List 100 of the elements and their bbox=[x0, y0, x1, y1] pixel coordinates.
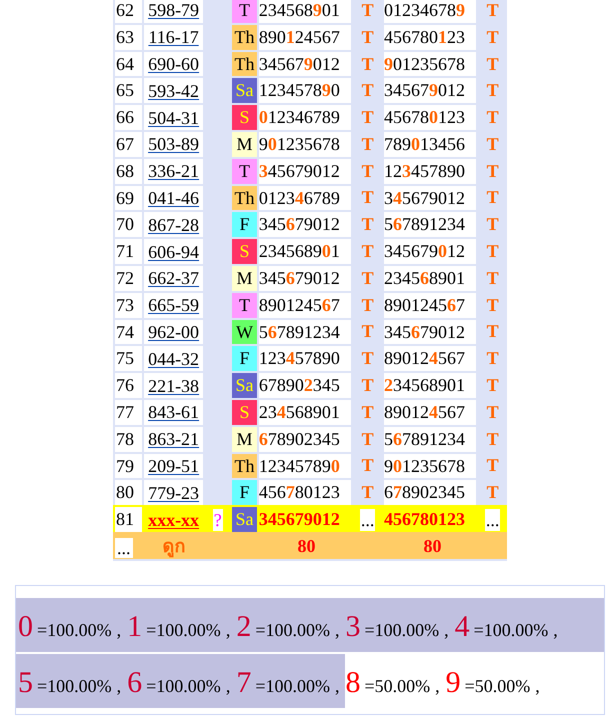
row-number: 81 bbox=[115, 507, 142, 532]
number-set: 345679012 bbox=[258, 52, 352, 76]
day-badge: Sa bbox=[232, 507, 257, 532]
day-badge: T bbox=[232, 0, 257, 23]
result-mark: T bbox=[486, 186, 499, 210]
stat-item: 8=50.00% , bbox=[345, 664, 441, 701]
result-mark: T bbox=[486, 294, 499, 317]
result-mark: T bbox=[362, 106, 374, 130]
result-mark: T bbox=[486, 132, 499, 156]
day-badge: F bbox=[232, 480, 257, 506]
day-badge: Th bbox=[232, 454, 257, 478]
day-badge: Th bbox=[232, 24, 257, 50]
row-number: 66 bbox=[115, 105, 142, 130]
row-number: 73 bbox=[115, 292, 142, 318]
day-badge: F bbox=[232, 346, 257, 372]
result-mark: T bbox=[486, 428, 499, 451]
day-badge: F bbox=[232, 212, 257, 238]
number-set: 890124567 bbox=[258, 292, 352, 318]
day-badge: T bbox=[232, 158, 257, 184]
ellipsis-mark: ... bbox=[115, 538, 132, 558]
result-mark: T bbox=[362, 294, 374, 317]
result-mark: T bbox=[486, 0, 499, 22]
row-number: 76 bbox=[115, 373, 142, 398]
day-badge: S bbox=[232, 105, 257, 130]
stat-item: 9=50.00% , bbox=[446, 664, 541, 701]
day-badge: Th bbox=[232, 52, 257, 76]
row-number: 79 bbox=[115, 454, 142, 478]
day-badge: S bbox=[232, 400, 257, 425]
number-set: 234568901 bbox=[258, 0, 352, 23]
ellipsis-mark: ... bbox=[484, 508, 500, 531]
number-set: 123457890 bbox=[258, 78, 352, 104]
total-count: 80 bbox=[422, 534, 442, 558]
result-mark: T bbox=[362, 213, 374, 236]
number-set: 678902345 bbox=[384, 480, 476, 506]
row-number: 63 bbox=[115, 24, 142, 50]
result-mark: T bbox=[362, 52, 374, 76]
row-number: 71 bbox=[115, 239, 142, 264]
result-mark: T bbox=[486, 347, 499, 370]
day-badge: T bbox=[232, 292, 257, 318]
number-set: 678902345 bbox=[258, 373, 352, 398]
number-set: 901235678 bbox=[258, 132, 352, 157]
result-mark: T bbox=[486, 52, 499, 76]
number-set: 789013456 bbox=[384, 132, 476, 157]
day-badge: M bbox=[232, 426, 257, 452]
number-set: 901235678 bbox=[384, 454, 476, 478]
day-badge: W bbox=[232, 320, 257, 344]
result-mark: T bbox=[486, 454, 499, 478]
number-set: 345679012 bbox=[258, 212, 352, 238]
number-set: 345679012 bbox=[258, 158, 352, 184]
number-set: 345679012 bbox=[384, 78, 476, 104]
result-mark: T bbox=[486, 106, 499, 130]
day-badge: Sa bbox=[232, 78, 257, 104]
stat-item: 4=100.00% , bbox=[454, 598, 604, 652]
number-set: 345679012 bbox=[384, 239, 476, 264]
row-number: 80 bbox=[115, 480, 142, 506]
number-set: 678902345 bbox=[258, 426, 352, 452]
stat-item: 0=100.00% , bbox=[16, 598, 128, 652]
stat-item: 1=100.00% , bbox=[127, 598, 236, 652]
result-mark: T bbox=[362, 347, 374, 370]
total-count: 80 bbox=[296, 534, 316, 558]
result-mark: T bbox=[362, 240, 374, 264]
number-set: 890124567 bbox=[258, 24, 352, 50]
code-link[interactable]: xxx-xx bbox=[148, 508, 200, 531]
stat-item: 5=100.00% , bbox=[16, 654, 128, 708]
result-mark: T bbox=[486, 374, 499, 398]
number-set: 567891234 bbox=[384, 426, 476, 452]
row-number: 62 bbox=[115, 0, 142, 23]
number-set: 345679012 bbox=[384, 320, 476, 344]
day-badge: S bbox=[232, 239, 257, 264]
number-set: 012346789 bbox=[258, 105, 352, 130]
row-number: 74 bbox=[115, 320, 142, 344]
result-mark: T bbox=[362, 79, 374, 102]
result-mark: T bbox=[362, 374, 374, 398]
number-set: 456780123 bbox=[384, 508, 466, 532]
row-number: 64 bbox=[115, 52, 142, 76]
row-number: 65 bbox=[115, 78, 142, 104]
question-mark: ? bbox=[212, 508, 223, 531]
result-mark: T bbox=[486, 26, 499, 49]
result-mark: T bbox=[362, 428, 374, 451]
number-set: 901235678 bbox=[384, 52, 476, 76]
result-mark: T bbox=[362, 132, 374, 156]
number-set: 456780123 bbox=[384, 105, 476, 130]
number-set: 890124567 bbox=[384, 400, 476, 425]
result-mark: T bbox=[362, 481, 374, 504]
stat-item: 2=100.00% , bbox=[236, 598, 346, 652]
number-set: 345679012 bbox=[258, 508, 341, 532]
result-mark: T bbox=[486, 320, 499, 344]
row-number: 75 bbox=[115, 346, 142, 372]
number-set: 234568901 bbox=[258, 239, 352, 264]
number-set: 567891234 bbox=[258, 320, 352, 344]
number-set: 890124567 bbox=[384, 292, 476, 318]
number-set: 012346789 bbox=[384, 0, 476, 23]
result-mark: T bbox=[362, 400, 374, 424]
day-badge: M bbox=[232, 132, 257, 157]
number-set: 234568901 bbox=[384, 373, 476, 398]
day-badge: M bbox=[232, 266, 257, 291]
result-mark: T bbox=[362, 160, 374, 183]
stat-item: 7=100.00% , bbox=[236, 654, 346, 708]
number-set: 234568901 bbox=[384, 266, 476, 291]
result-mark: T bbox=[486, 400, 499, 424]
